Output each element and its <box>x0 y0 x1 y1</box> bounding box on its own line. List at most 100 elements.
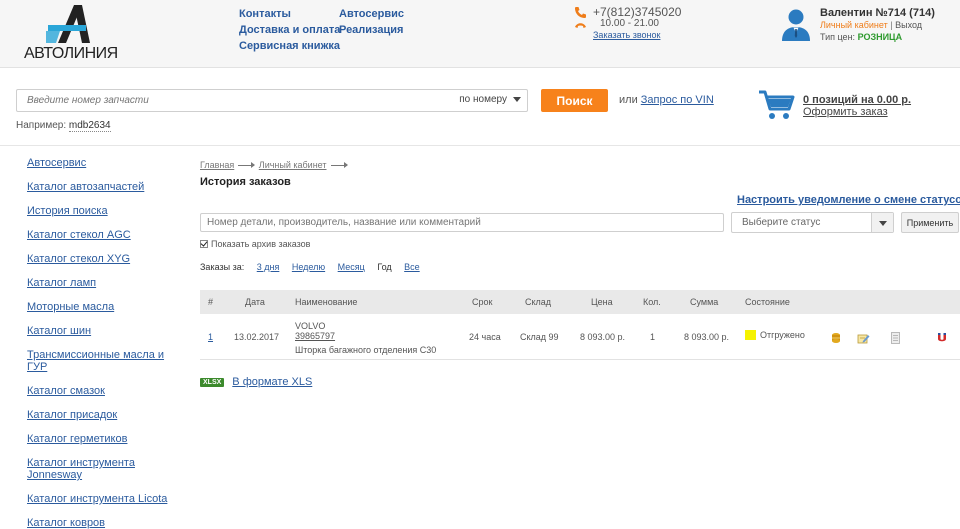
search-mode-label: по номеру <box>459 94 507 105</box>
vin-request: или Запрос по VIN <box>619 94 714 106</box>
apply-button[interactable]: Применить <box>901 212 959 233</box>
order-date: 13.02.2017 <box>234 332 280 342</box>
period-year[interactable]: Год <box>377 262 391 272</box>
order-sum: 8 093.00 р. <box>684 332 730 342</box>
vin-prefix: или <box>619 94 638 106</box>
header: АВТОЛИНИЯ Контакты Доставка и оплата Сер… <box>0 0 960 68</box>
table-row: 1 13.02.2017 VOLVO 39865797 Шторка багаж… <box>200 314 960 360</box>
coins-icon[interactable] <box>831 332 841 344</box>
period-filter: Заказы за: 3 дня Неделю Месяц Год Все <box>200 262 420 272</box>
logo-text: АВТОЛИНИЯ <box>24 45 118 62</box>
price-type-value: РОЗНИЦА <box>857 32 903 42</box>
col-status: Состояние <box>745 297 790 307</box>
export-xls[interactable]: XLSX В формате XLS <box>200 376 312 388</box>
working-hours: 10.00 - 21.00 <box>600 18 659 29</box>
price-type-label: Тип цен: <box>820 32 856 42</box>
nav-realization[interactable]: Реализация <box>339 24 403 36</box>
period-all[interactable]: Все <box>404 262 420 272</box>
xlsx-icon: XLSX <box>200 378 225 387</box>
col-price: Цена <box>591 297 613 307</box>
user-links: Личный кабинет | Выход <box>820 20 922 30</box>
col-sum: Сумма <box>690 297 719 307</box>
search-example: Например: mdb2634 <box>16 120 111 132</box>
period-month[interactable]: Месяц <box>338 262 365 272</box>
sidebar-item-autoservice[interactable]: Автосервис <box>27 157 177 169</box>
checkout-link[interactable]: Оформить заказ <box>803 106 888 118</box>
user-links-separator: | <box>890 20 893 30</box>
search-mode-select[interactable]: по номеру <box>459 94 521 105</box>
order-part-number[interactable]: 39865797 <box>295 331 335 341</box>
sidebar-item-search-history[interactable]: История поиска <box>27 205 177 217</box>
col-warehouse: Склад <box>525 297 552 307</box>
chevron-down-icon <box>513 96 521 102</box>
search-band: по номеру Поиск или Запрос по VIN Наприм… <box>0 69 960 146</box>
order-part-name: Шторка багажного отделения С30 <box>295 345 437 355</box>
sidebar-item-jonnesway-tools[interactable]: Каталог инструмента Jonnesway <box>27 457 142 481</box>
breadcrumb-home[interactable]: Главная <box>200 160 234 170</box>
status-notification-link[interactable]: Настроить уведомление о смене статусов <box>737 194 960 206</box>
export-xls-link[interactable]: В формате XLS <box>232 376 312 388</box>
price-type: Тип цен: РОЗНИЦА <box>820 32 902 42</box>
sidebar-item-additives[interactable]: Каталог присадок <box>27 409 177 421</box>
vin-request-link[interactable]: Запрос по VIN <box>641 94 714 106</box>
sidebar-item-agc-glass[interactable]: Каталог стекол AGC <box>27 229 177 241</box>
part-search-input[interactable] <box>17 90 447 111</box>
col-term: Срок <box>472 297 493 307</box>
sidebar-item-motor-oils[interactable]: Моторные масла <box>27 301 177 313</box>
sidebar-item-licota-tools[interactable]: Каталог инструмента Licota <box>27 493 177 505</box>
cart-summary[interactable]: 0 позиций на 0.00 р. <box>803 94 911 106</box>
archive-toggle[interactable]: Показать архив заказов <box>200 239 310 249</box>
sidebar-item-parts-catalog[interactable]: Каталог автозапчастей <box>27 181 177 193</box>
col-date: Дата <box>245 297 265 307</box>
document-icon[interactable] <box>891 332 900 344</box>
order-number[interactable]: 1 <box>208 332 213 342</box>
col-name: Наименование <box>295 297 358 307</box>
order-price: 8 093.00 р. <box>580 332 626 342</box>
col-number: # <box>208 297 214 307</box>
orders-table: # Дата Наименование Срок Склад Цена Кол.… <box>200 290 960 360</box>
order-status: Отгружено <box>745 330 805 340</box>
order-qty: 1 <box>650 332 656 342</box>
order-term: 24 часа <box>469 332 501 342</box>
periods-label: Заказы за: <box>200 262 245 272</box>
breadcrumb-cabinet[interactable]: Личный кабинет <box>259 160 327 170</box>
sidebar-item-transmission-oils[interactable]: Трансмиссионные масла и ГУР <box>27 349 167 373</box>
logo-a-icon <box>46 5 90 43</box>
archive-checkbox[interactable] <box>200 240 208 248</box>
status-select-label: Выберите статус <box>742 217 821 228</box>
order-status-label: Отгружено <box>760 330 805 340</box>
period-week[interactable]: Неделю <box>292 262 325 272</box>
sidebar-item-tires[interactable]: Каталог шин <box>27 325 177 337</box>
nav-contacts[interactable]: Контакты <box>239 8 291 20</box>
order-filter-input[interactable] <box>200 213 724 232</box>
arrow-right-icon <box>330 162 348 169</box>
status-select[interactable]: Выберите статус <box>731 212 894 233</box>
period-3-days[interactable]: 3 дня <box>257 262 280 272</box>
logo[interactable]: АВТОЛИНИЯ <box>22 2 122 64</box>
nav-delivery[interactable]: Доставка и оплата <box>239 24 340 36</box>
nav-service-book[interactable]: Сервисная книжка <box>239 40 340 52</box>
col-qty: Кол. <box>643 297 661 307</box>
callback-link[interactable]: Заказать звонок <box>593 30 660 40</box>
breadcrumb: Главная Личный кабинет <box>200 160 349 170</box>
example-value[interactable]: mdb2634 <box>68 120 111 132</box>
chevron-down-icon <box>871 213 893 232</box>
phone-icon <box>575 7 586 18</box>
search-box: по номеру <box>16 89 528 112</box>
callback-icon <box>575 23 586 28</box>
phone-number: +7(812)3745020 <box>593 5 682 19</box>
nav-autoservice[interactable]: Автосервис <box>339 8 404 20</box>
sidebar-item-sealants[interactable]: Каталог герметиков <box>27 433 177 445</box>
magnet-icon[interactable] <box>936 332 948 344</box>
edit-note-icon[interactable] <box>857 333 870 344</box>
cabinet-link[interactable]: Личный кабинет <box>820 20 888 30</box>
logout-link[interactable]: Выход <box>895 20 922 30</box>
sidebar-item-lubricants[interactable]: Каталог смазок <box>27 385 177 397</box>
order-warehouse: Склад 99 <box>520 332 559 342</box>
sidebar-item-lamps[interactable]: Каталог ламп <box>27 277 177 289</box>
sidebar-item-xyg-glass[interactable]: Каталог стекол XYG <box>27 253 177 265</box>
page-title: История заказов <box>200 176 291 188</box>
sidebar-item-carpets[interactable]: Каталог ковров <box>27 517 177 529</box>
search-button[interactable]: Поиск <box>541 89 608 112</box>
cart-icon[interactable] <box>758 89 796 121</box>
